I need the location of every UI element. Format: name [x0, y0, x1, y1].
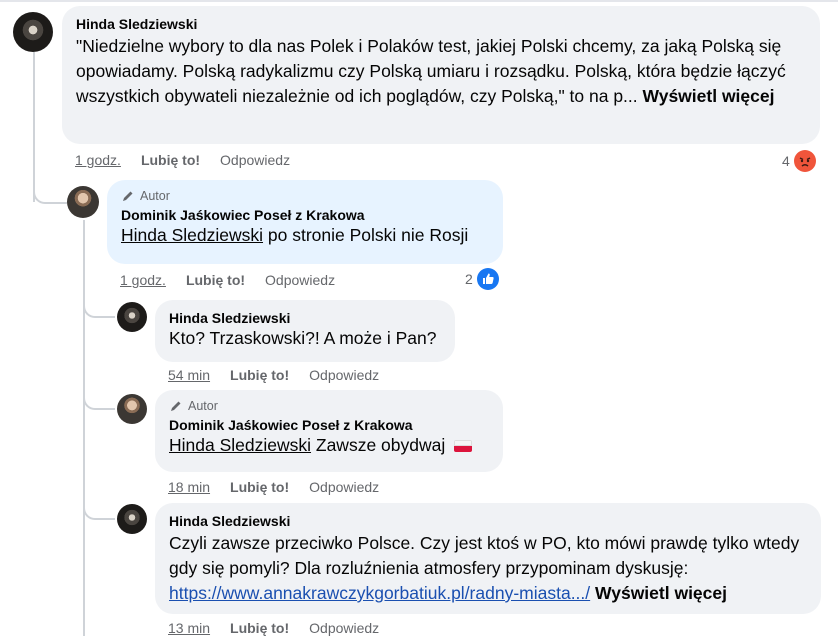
comment-body: po stronie Polski nie Rosji: [263, 225, 469, 245]
avatar[interactable]: [117, 394, 147, 424]
author-badge-label: Autor: [140, 189, 170, 203]
like-button[interactable]: Lubię to!: [141, 152, 200, 168]
thread-line-reply: [83, 220, 85, 636]
comment-text: Czyli zawsze przeciwko Polsce. Czy jest …: [169, 531, 807, 606]
comment-text: "Niedzielne wybory to dla nas Polek i Po…: [76, 34, 806, 109]
thread-line-branch-3: [83, 500, 115, 520]
comment-text: Kto? Trzaskowski?! A może i Pan?: [169, 328, 437, 348]
avatar[interactable]: [117, 302, 147, 332]
like-button[interactable]: Lubię to!: [230, 620, 289, 636]
angry-emoji-icon: [793, 150, 816, 172]
comment-author[interactable]: Hinda Sledziewski: [76, 16, 806, 32]
thread-line-main: [33, 52, 35, 202]
see-more-link[interactable]: Wyświetl więcej: [595, 583, 727, 603]
comment-actions: 1 godz. Lubię to! Odpowiedz: [75, 152, 290, 168]
comment-timestamp[interactable]: 1 godz.: [120, 272, 166, 288]
comment-bubble: Hinda Sledziewski Kto? Trzaskowski?! A m…: [155, 300, 455, 362]
thread-line-main-curve: [33, 184, 67, 204]
reply-button[interactable]: Odpowiedz: [220, 152, 290, 168]
pen-icon: [171, 401, 181, 411]
comment-timestamp[interactable]: 1 godz.: [75, 152, 121, 168]
avatar[interactable]: [117, 504, 147, 534]
comment-body: Zawsze obydwaj: [311, 435, 446, 455]
thread-line-branch-1: [83, 298, 115, 318]
thread-line-branch-2: [83, 390, 115, 410]
comment-author[interactable]: Hinda Sledziewski: [169, 513, 807, 529]
comment-timestamp[interactable]: 54 min: [168, 367, 210, 383]
comment-actions: 18 min Lubię to! Odpowiedz: [168, 479, 379, 495]
comment-timestamp[interactable]: 18 min: [168, 479, 210, 495]
top-divider: [0, 0, 838, 2]
comment-timestamp[interactable]: 13 min: [168, 620, 210, 636]
comment-actions: 54 min Lubię to! Odpowiedz: [168, 367, 379, 383]
reply-button[interactable]: Odpowiedz: [309, 367, 379, 383]
reaction-summary[interactable]: 4: [782, 150, 816, 172]
poland-flag-icon: [454, 440, 473, 453]
comment-body: Czyli zawsze przeciwko Polsce. Czy jest …: [169, 533, 800, 578]
comment-text: Hinda Sledziewski Zawsze obydwaj: [169, 433, 489, 458]
reply-button[interactable]: Odpowiedz: [309, 620, 379, 636]
reaction-count: 2: [465, 271, 473, 287]
reaction-summary[interactable]: 2: [465, 268, 499, 290]
comment-actions: 1 godz. Lubię to! Odpowiedz: [120, 272, 335, 288]
comment-text: Hinda Sledziewski po stronie Polski nie …: [121, 223, 489, 248]
author-badge: Autor: [169, 399, 489, 413]
external-link[interactable]: https://www.annakrawczykgorbatiuk.pl/rad…: [169, 583, 590, 603]
comment-actions: 13 min Lubię to! Odpowiedz: [168, 620, 379, 636]
comment-author[interactable]: Dominik Jaśkowiec Poseł z Krakowa: [121, 207, 489, 223]
mention-link[interactable]: Hinda Sledziewski: [121, 225, 263, 245]
comment-bubble: Autor Dominik Jaśkowiec Poseł z Krakowa …: [107, 180, 503, 264]
thumbs-up-icon: [476, 268, 499, 290]
avatar[interactable]: [67, 186, 99, 218]
comment-bubble: Autor Dominik Jaśkowiec Poseł z Krakowa …: [155, 390, 503, 472]
author-badge: Autor: [121, 189, 489, 203]
reply-button[interactable]: Odpowiedz: [265, 272, 335, 288]
comment-bubble: Hinda Sledziewski Czyli zawsze przeciwko…: [155, 503, 821, 614]
like-button[interactable]: Lubię to!: [186, 272, 245, 288]
reply-button[interactable]: Odpowiedz: [309, 479, 379, 495]
mention-link[interactable]: Hinda Sledziewski: [169, 435, 311, 455]
comment-bubble: Hinda Sledziewski "Niedzielne wybory to …: [62, 6, 820, 144]
pen-icon: [123, 191, 133, 201]
reaction-count: 4: [782, 153, 790, 169]
avatar[interactable]: [13, 12, 53, 52]
like-button[interactable]: Lubię to!: [230, 479, 289, 495]
author-badge-label: Autor: [188, 399, 218, 413]
see-more-link[interactable]: Wyświetl więcej: [643, 86, 775, 106]
comment-author[interactable]: Hinda Sledziewski: [169, 310, 441, 326]
comment-author[interactable]: Dominik Jaśkowiec Poseł z Krakowa: [169, 417, 489, 433]
like-button[interactable]: Lubię to!: [230, 367, 289, 383]
